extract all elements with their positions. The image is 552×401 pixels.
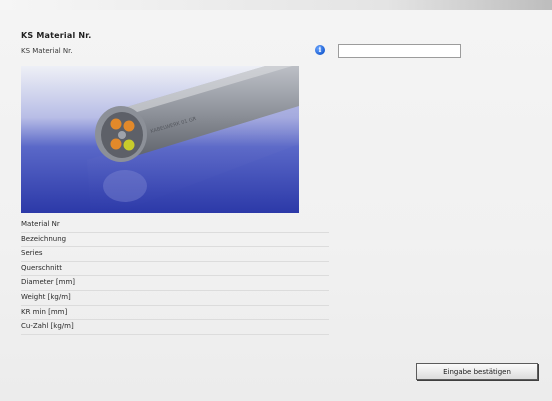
property-cu-zahl: Cu-Zahl [kg/m] [21,320,329,335]
property-querschnitt: Querschnitt [21,262,329,277]
property-kr-min: KR min [mm] [21,306,329,321]
property-bezeichnung: Bezeichnung [21,233,329,248]
property-material-nr: Material Nr [21,218,329,233]
material-number-input[interactable] [338,44,461,58]
confirm-input-button[interactable]: Eingabe bestätigen [416,363,538,380]
window-top-bar [0,0,552,10]
property-series: Series [21,247,329,262]
property-weight: Weight [kg/m] [21,291,329,306]
properties-list: Material Nr Bezeichnung Series Querschni… [21,218,329,335]
cable-image: KABELWERK 01 GR [21,66,299,213]
material-number-label: KS Material Nr. [21,47,73,55]
property-diameter: Diameter [mm] [21,276,329,291]
info-icon[interactable]: i [315,45,325,55]
form-title: KS Material Nr. [21,31,92,40]
